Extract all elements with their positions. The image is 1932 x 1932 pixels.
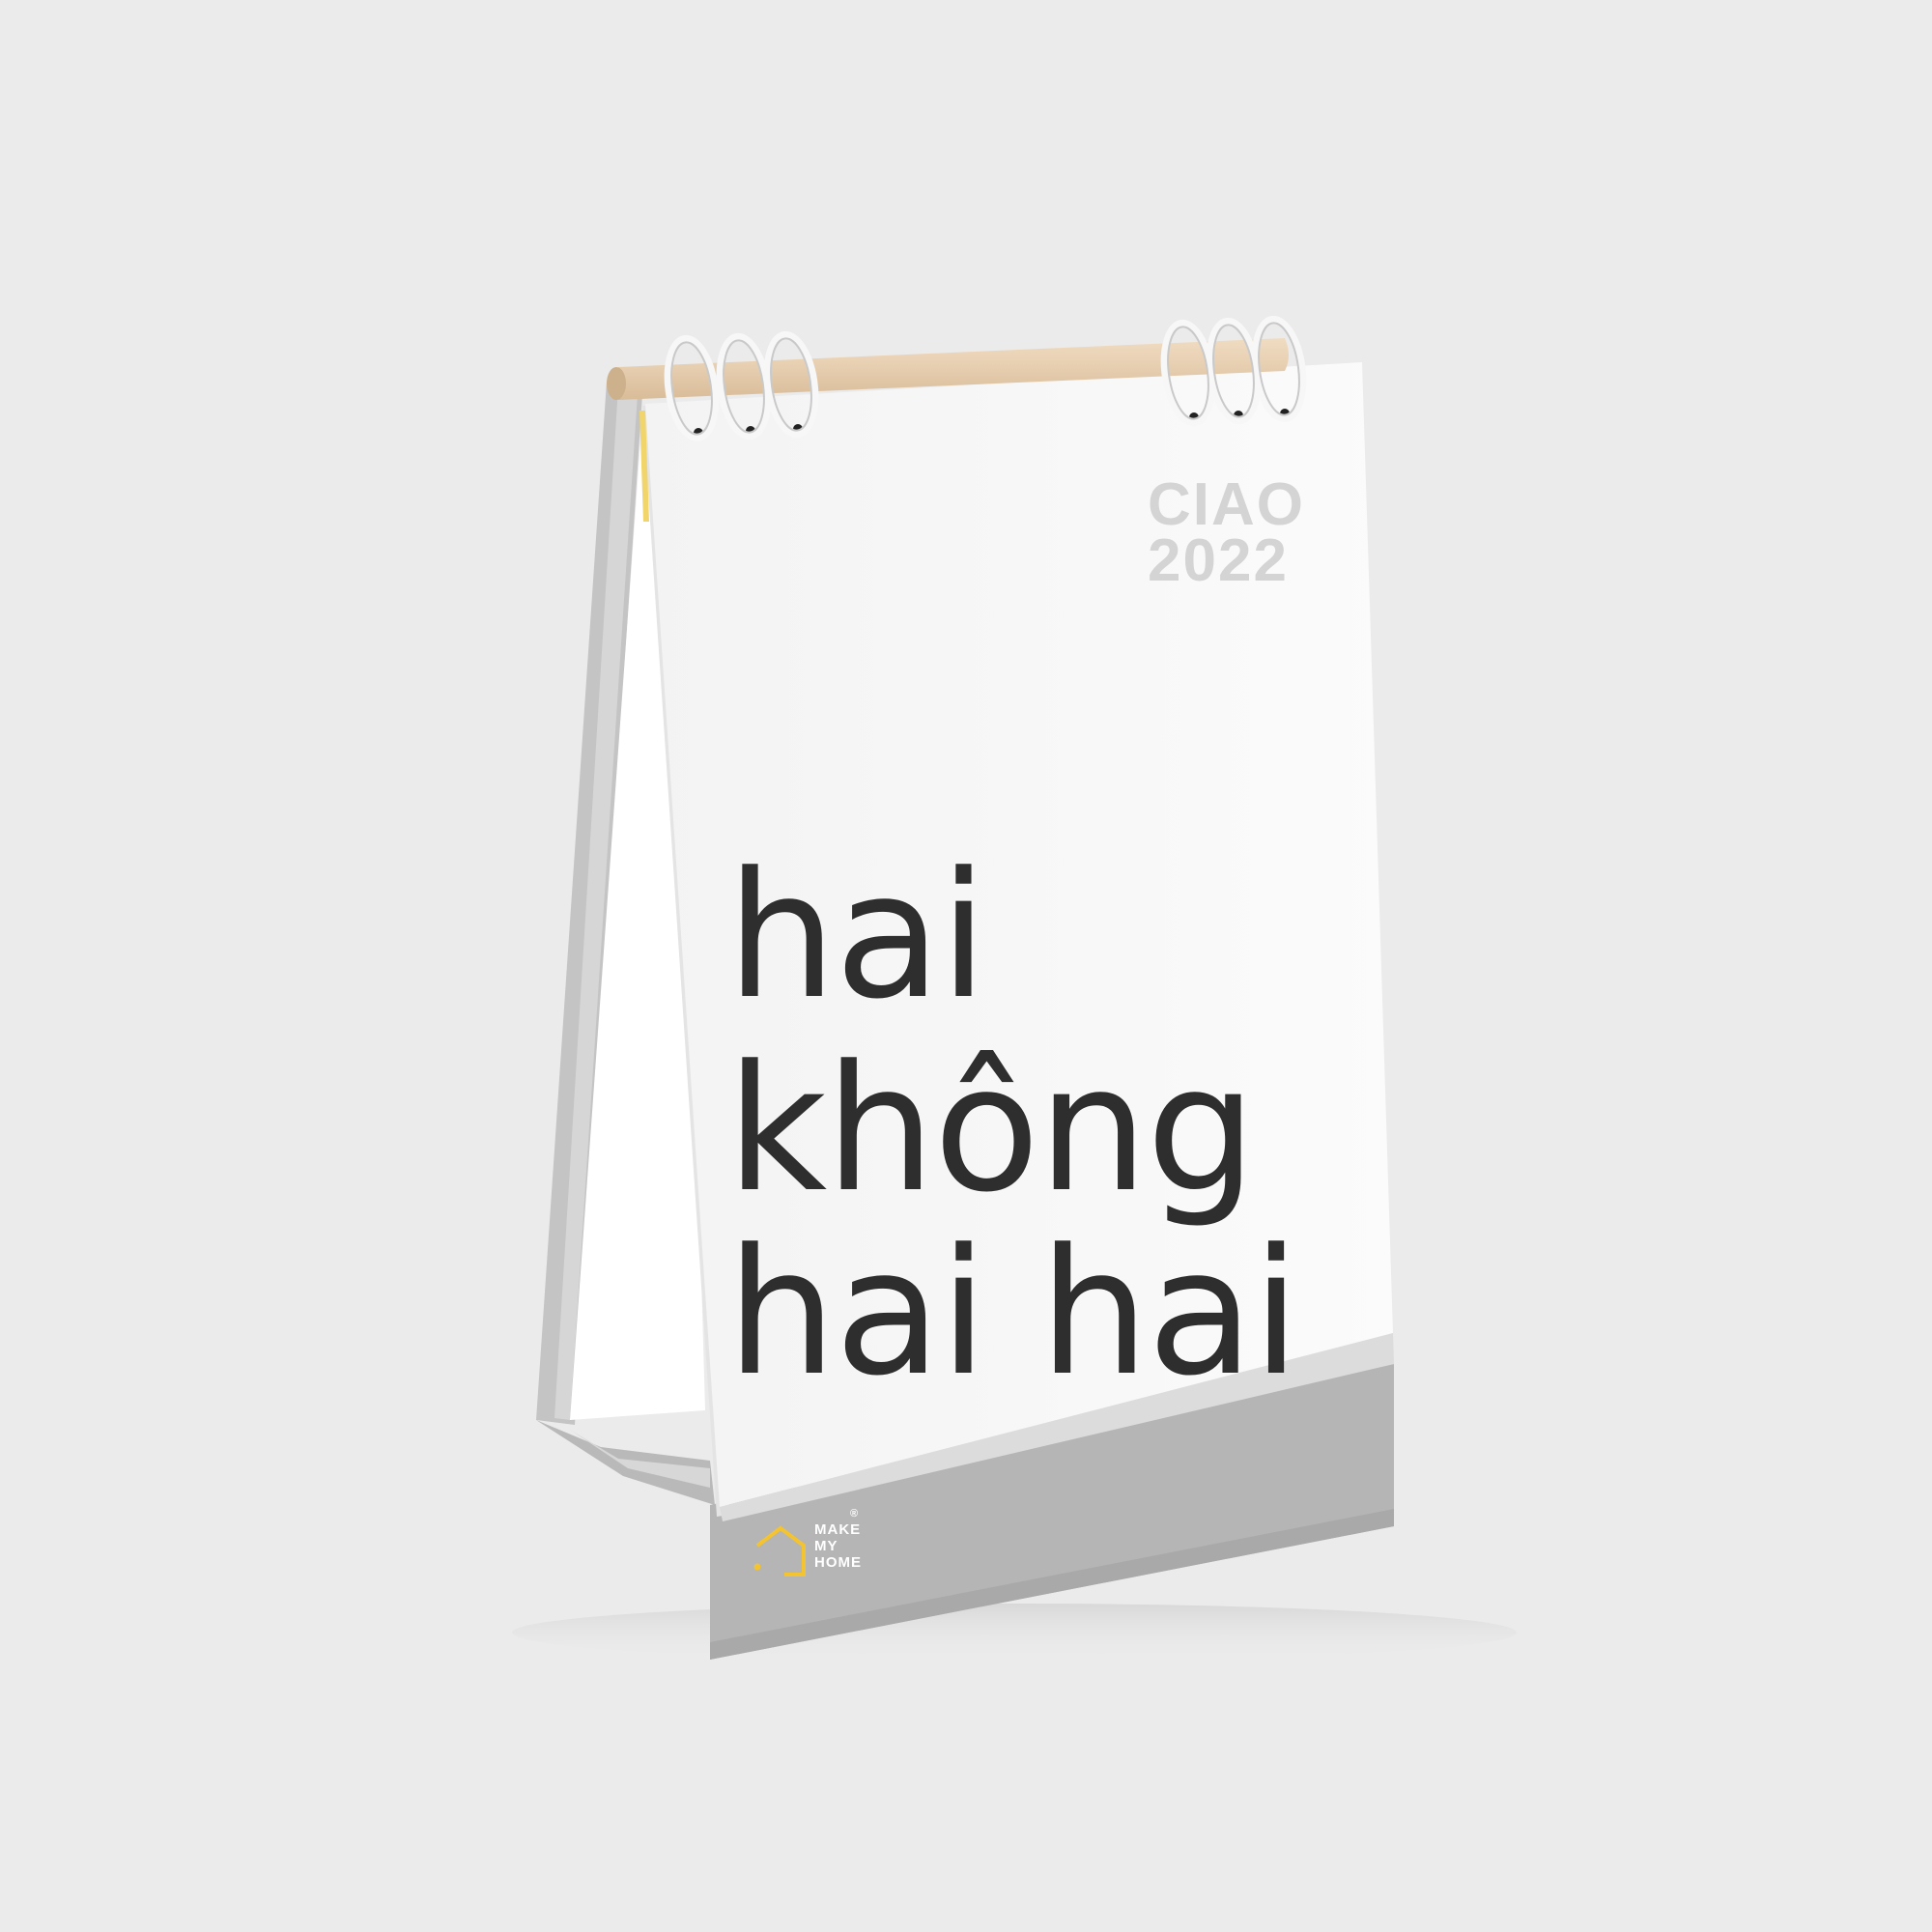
brand-line-home: HOME bbox=[814, 1554, 862, 1571]
main-text-line-3: hai hai bbox=[726, 1212, 1300, 1414]
corner-text-ciao: CIAO bbox=[1148, 471, 1305, 538]
main-text-line-1: hai bbox=[726, 836, 987, 1037]
main-text-line-2: không bbox=[726, 1029, 1257, 1231]
floor-shadow bbox=[512, 1604, 1517, 1662]
corner-text-year: 2022 bbox=[1148, 527, 1289, 594]
registered-mark: ® bbox=[850, 1508, 860, 1520]
brand-line-my: MY bbox=[814, 1538, 838, 1554]
brand-line-make: MAKE bbox=[814, 1521, 862, 1538]
product-photo-scene: CIAO 2022 hai không hai hai MAKE MY HOME… bbox=[0, 0, 1932, 1932]
